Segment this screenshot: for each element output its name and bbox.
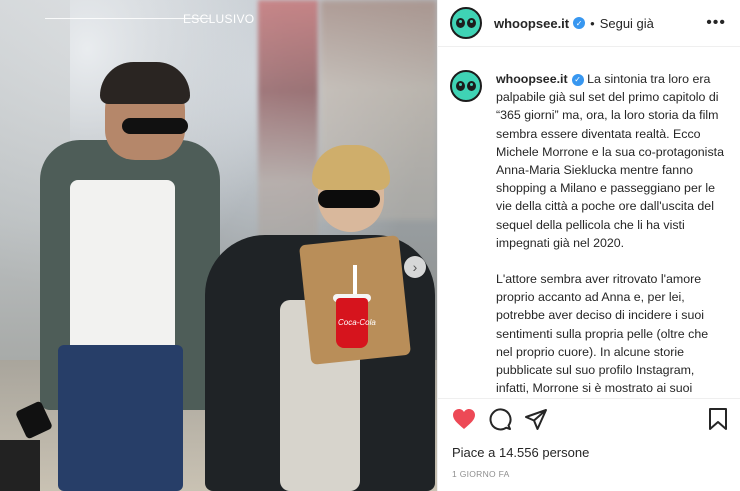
caption-paragraph-1: La sintonia tra loro era palpabile già s…: [496, 72, 724, 250]
man-jeans: [58, 345, 183, 491]
caption-text: whoopsee.it ✓ La sintonia tra loro era pa…: [496, 70, 728, 396]
caption-username[interactable]: whoopsee.it: [496, 72, 568, 86]
post-photo[interactable]: Coca-Cola ESCLUSIVO ›: [0, 0, 437, 491]
caption-row: whoopsee.it ✓ La sintonia tra loro era pa…: [450, 70, 732, 396]
avatar[interactable]: [450, 7, 482, 39]
avatar-eye-icon: [456, 18, 465, 28]
photo-background: [258, 0, 318, 260]
more-icon[interactable]: •••: [706, 14, 726, 32]
post-side-panel: whoopsee.it ✓ • Segui già ••• whoopsee.i…: [437, 0, 740, 491]
following-button[interactable]: Segui già: [600, 16, 654, 31]
send-icon: [525, 409, 547, 430]
bookmark-icon: [709, 408, 727, 430]
caption-area: whoopsee.it ✓ La sintonia tra loro era pa…: [450, 70, 732, 396]
header-separator: •: [590, 15, 595, 31]
woman-sunglasses: [318, 190, 380, 208]
action-bar: [438, 398, 740, 439]
comment-button[interactable]: [488, 407, 512, 431]
avatar-eye-icon: [456, 81, 465, 91]
post-timestamp: 1 GIORNO FA: [452, 469, 510, 479]
man-tshirt: [70, 180, 175, 370]
caption-avatar[interactable]: [450, 70, 482, 102]
instagram-post: Coca-Cola ESCLUSIVO › whoopsee.it ✓ • Se…: [0, 0, 740, 491]
post-header: whoopsee.it ✓ • Segui già •••: [438, 0, 740, 47]
cup-logo: Coca-Cola: [338, 318, 376, 327]
man-sunglasses: [122, 118, 188, 134]
caption-paragraph: whoopsee.it ✓ La sintonia tra loro era pa…: [496, 70, 728, 252]
verified-icon: ✓: [573, 17, 586, 29]
chevron-right-icon: ›: [412, 259, 418, 275]
share-button[interactable]: [524, 407, 548, 431]
header-username[interactable]: whoopsee.it: [494, 16, 569, 31]
save-button[interactable]: [706, 407, 730, 431]
shopping-bag: [0, 440, 40, 491]
heart-icon: [453, 409, 475, 429]
verified-icon: ✓: [571, 73, 584, 86]
exclusive-label: ESCLUSIVO: [183, 12, 255, 26]
likes-count[interactable]: Piace a 14.556 persone: [452, 445, 589, 460]
like-button[interactable]: [452, 407, 476, 431]
avatar-eye-icon: [467, 81, 476, 91]
straw: [353, 265, 357, 297]
comment-icon: [489, 408, 512, 431]
caption-paragraph-2: L'attore sembra aver ritrovato l'amore p…: [496, 272, 709, 396]
next-photo-button[interactable]: ›: [404, 256, 426, 278]
avatar-eye-icon: [467, 18, 476, 28]
man-hair: [100, 62, 190, 104]
